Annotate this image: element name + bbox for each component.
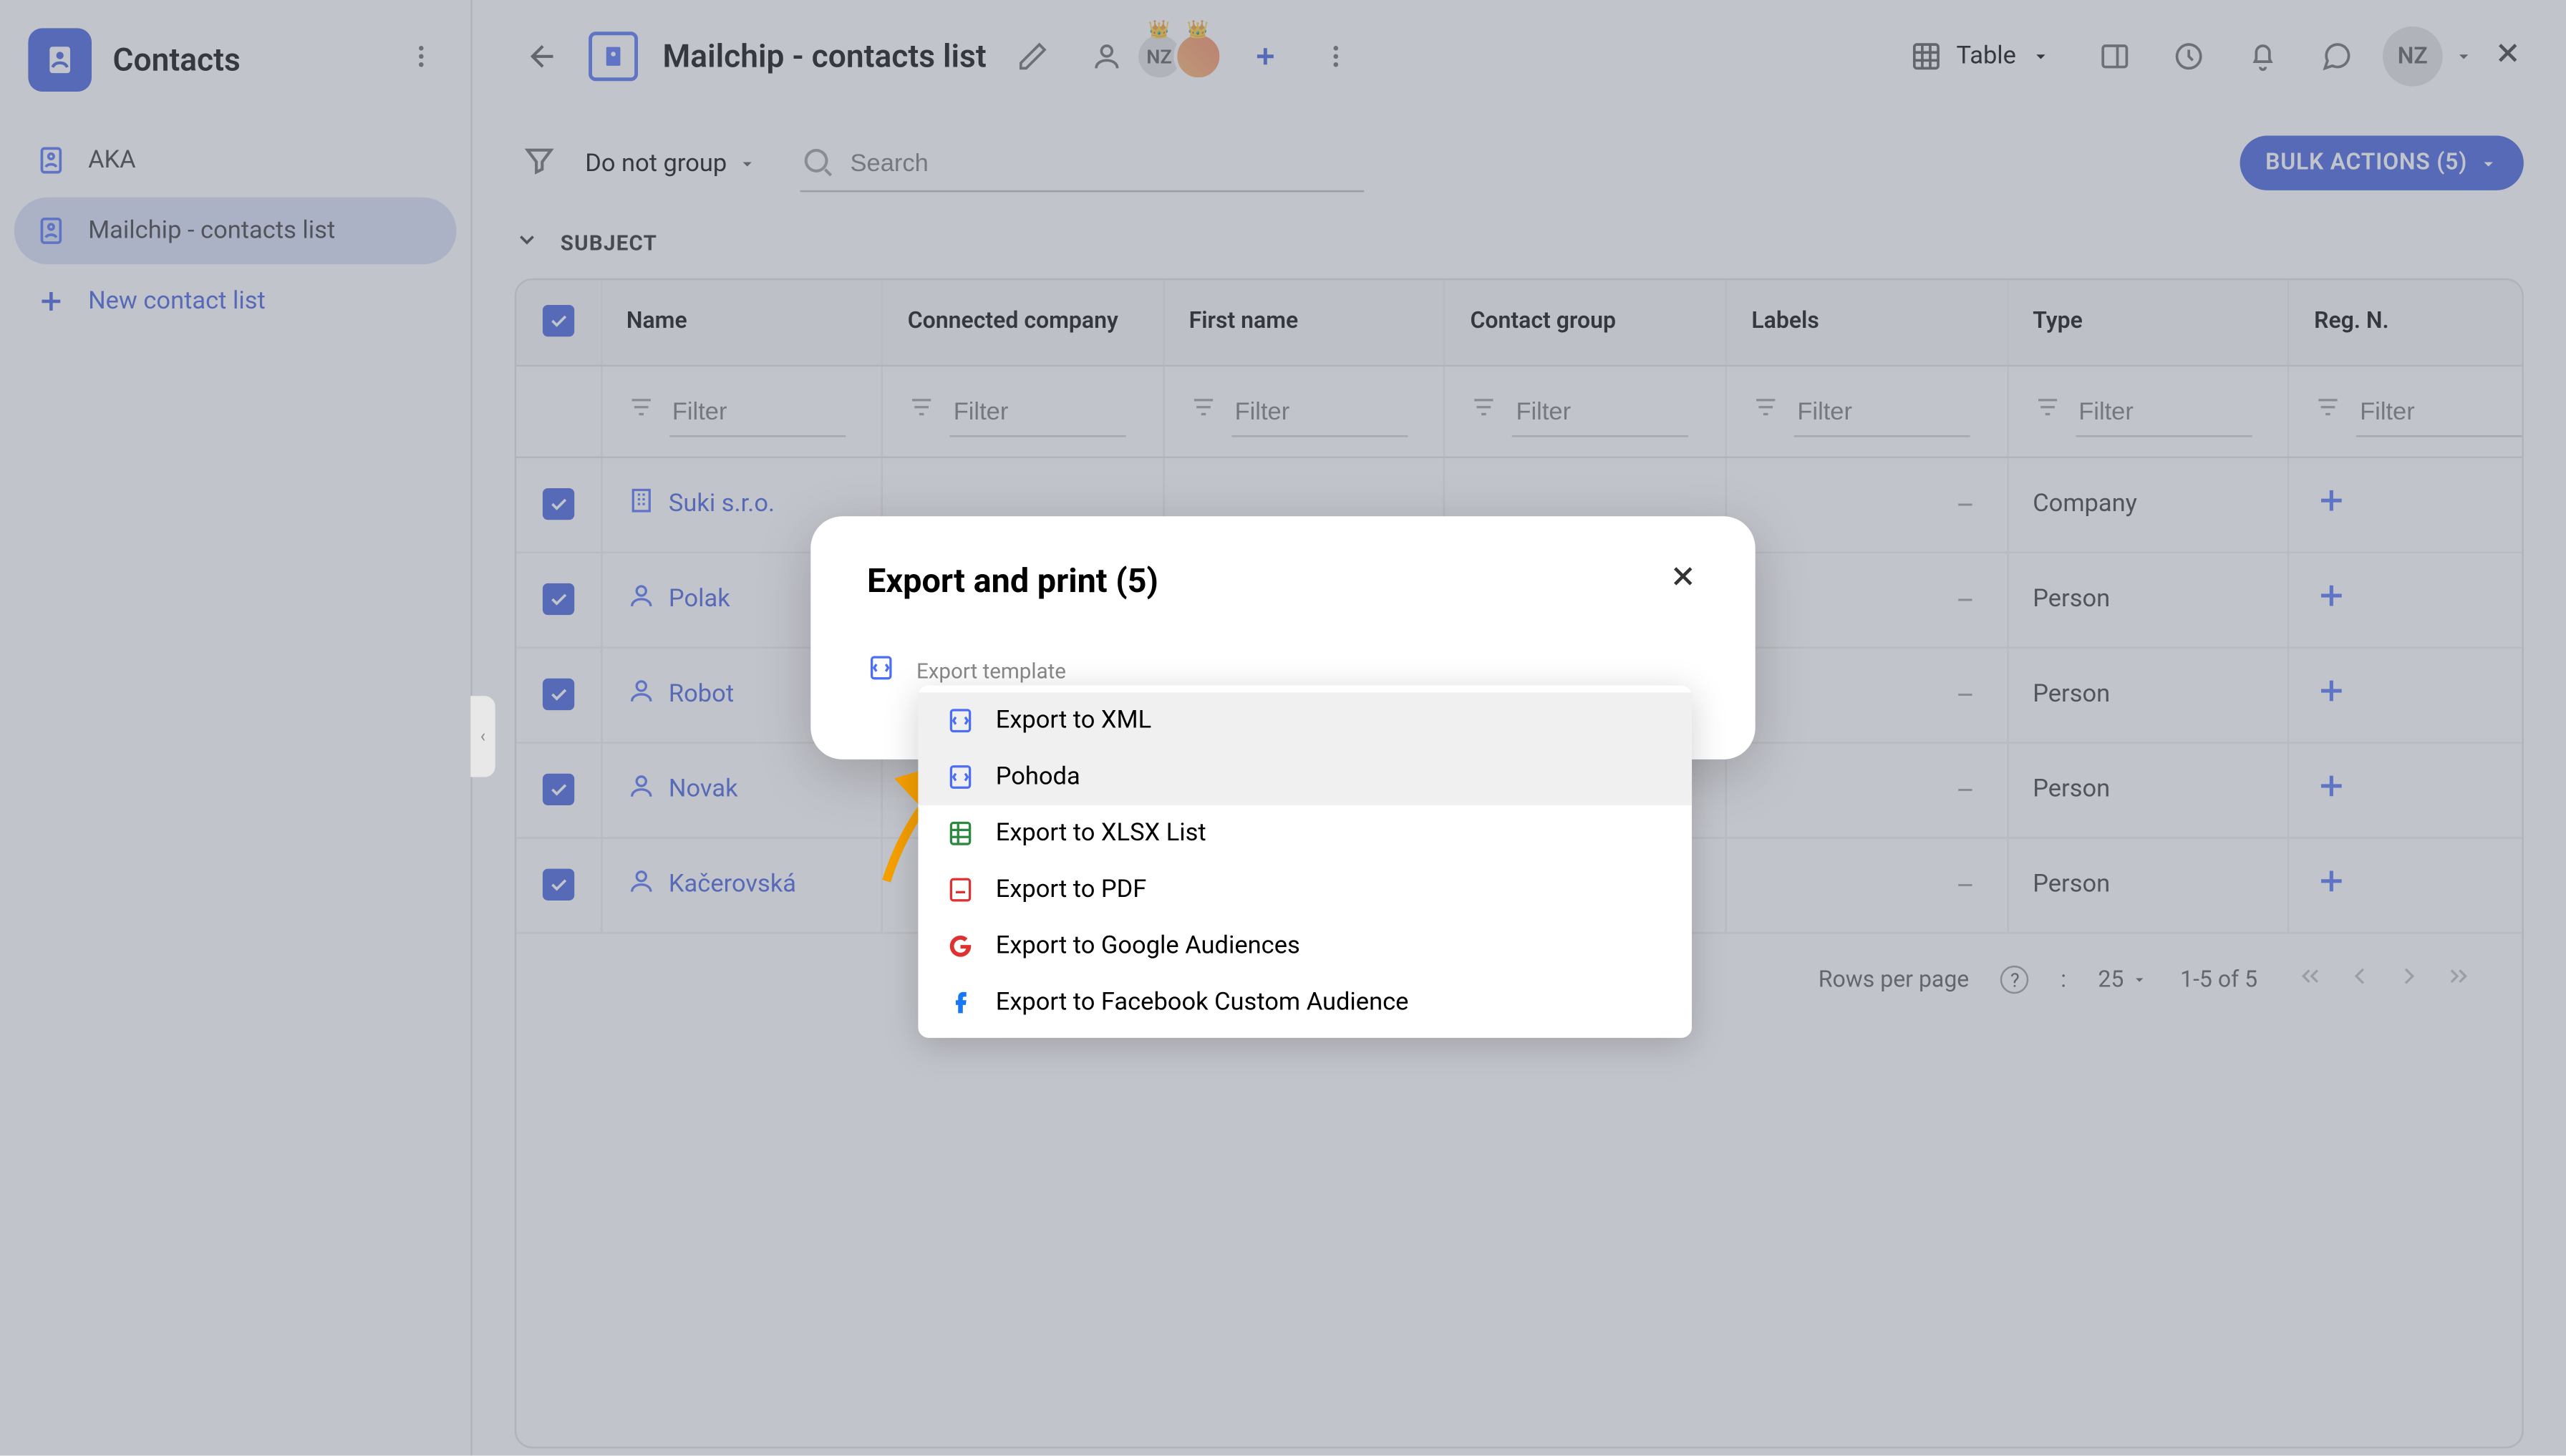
export-option-label: Export to XML bbox=[996, 707, 1151, 734]
xml-icon bbox=[946, 763, 974, 791]
xml-icon bbox=[867, 654, 895, 689]
export-option-label: Export to Google Audiences bbox=[996, 932, 1300, 960]
xlsx-icon bbox=[946, 820, 974, 848]
export-option-0[interactable]: Export to XML bbox=[918, 692, 1692, 749]
export-option-label: Export to PDF bbox=[996, 875, 1147, 903]
export-dropdown: Export to XML Pohoda Export to XLSX List Ex… bbox=[918, 686, 1692, 1038]
export-option-5[interactable]: Export to Facebook Custom Audience bbox=[918, 974, 1692, 1031]
export-option-2[interactable]: Export to XLSX List bbox=[918, 805, 1692, 862]
export-option-label: Export to Facebook Custom Audience bbox=[996, 989, 1409, 1016]
xml-icon bbox=[946, 707, 974, 734]
export-option-label: Pohoda bbox=[996, 763, 1080, 791]
export-option-4[interactable]: Export to Google Audiences bbox=[918, 918, 1692, 974]
modal-title: Export and print (5) bbox=[867, 560, 1158, 601]
export-option-3[interactable]: Export to PDF bbox=[918, 862, 1692, 918]
template-label: Export template bbox=[916, 659, 1066, 684]
fb-icon bbox=[946, 989, 974, 1016]
google-icon bbox=[946, 932, 974, 960]
pdf-icon bbox=[946, 875, 974, 903]
export-option-1[interactable]: Pohoda bbox=[918, 749, 1692, 805]
sidebar-collapse-handle[interactable]: ‹ bbox=[470, 696, 495, 777]
modal-close-button[interactable] bbox=[1667, 558, 1699, 601]
export-option-label: Export to XLSX List bbox=[996, 820, 1206, 848]
